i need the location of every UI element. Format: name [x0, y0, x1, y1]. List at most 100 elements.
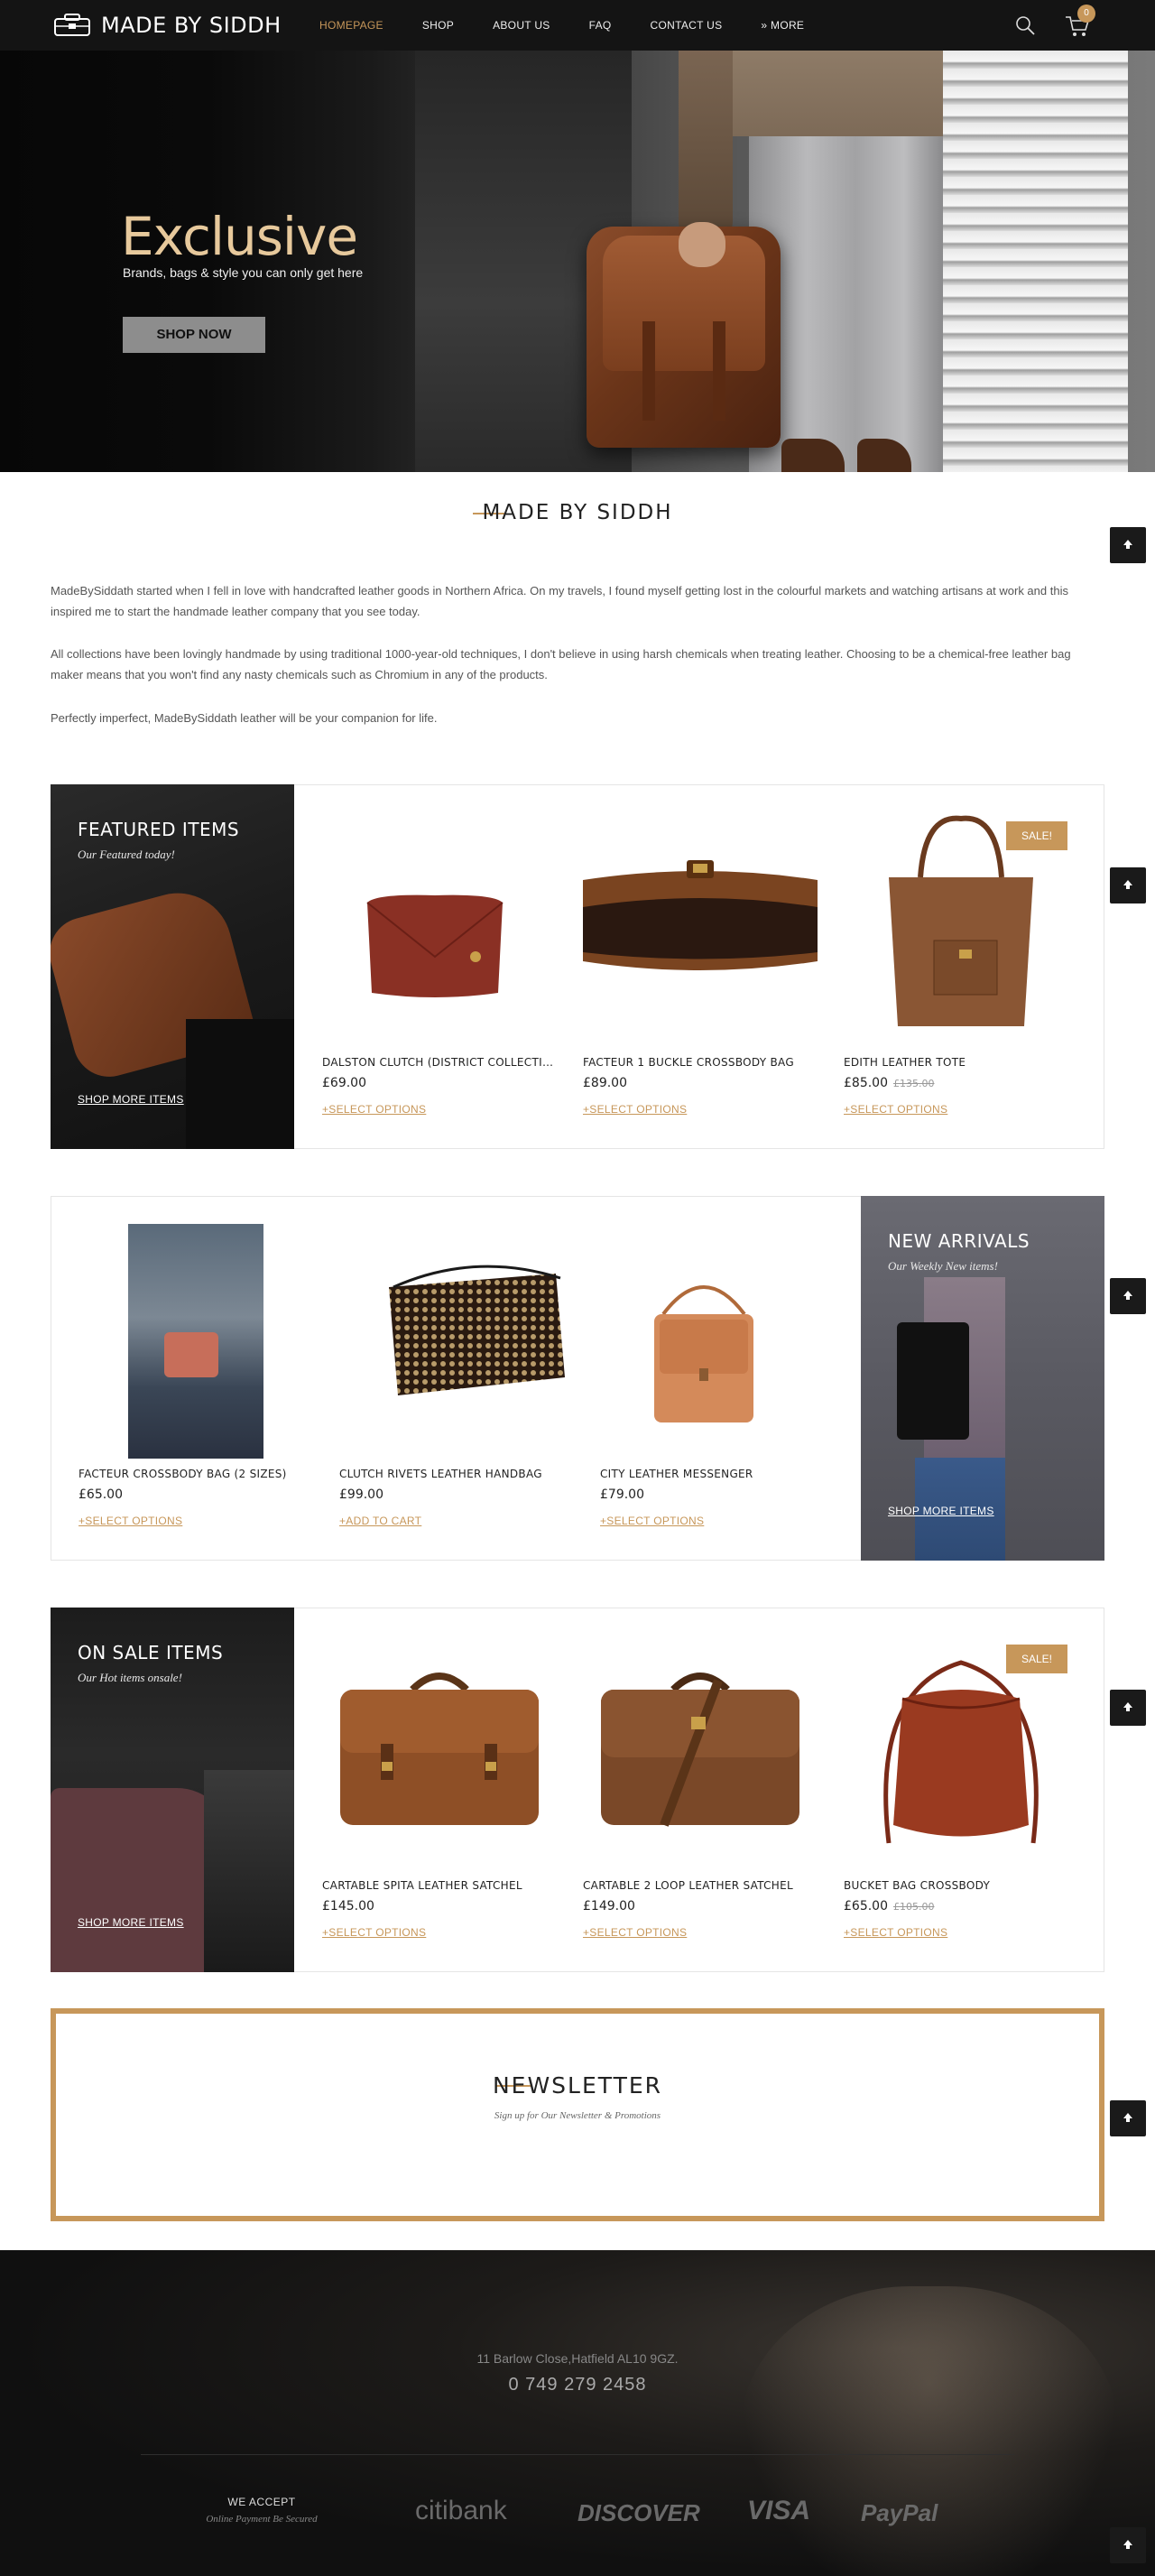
- product-card[interactable]: FACTEUR CROSSBODY BAG (2 SIZES) £65.00 +…: [79, 1197, 322, 1561]
- logo-bag-icon: [54, 14, 90, 36]
- arrow-up-icon: [1123, 540, 1132, 549]
- search-icon[interactable]: [1014, 14, 1036, 36]
- footer-divider: [141, 2454, 1014, 2455]
- price-current: £149.00: [583, 1899, 635, 1913]
- product-image[interactable]: [853, 1645, 1069, 1852]
- select-options-link[interactable]: +SELECT OPTIONS: [583, 1103, 687, 1116]
- product-card[interactable]: SALE! EDITH LEATHER TOTE £85.00 £135.00 +…: [844, 785, 1087, 1150]
- hero-title: Exclusive: [121, 206, 358, 267]
- about-title: MADE BY SIDDH: [482, 501, 673, 524]
- arrow-up-icon: [1123, 880, 1132, 889]
- new-arrivals-subtitle: Our Weekly New items!: [888, 1259, 998, 1273]
- nav-item-homepage[interactable]: HOMEPAGE: [319, 19, 383, 32]
- product-price: £69.00: [322, 1076, 366, 1090]
- newsletter-subtitle: Sign up for Our Newsletter & Promotions: [494, 2110, 661, 2121]
- footer-address: 11 Barlow Close,Hatfield AL10 9GZ.: [476, 2351, 679, 2366]
- select-options-link[interactable]: +SELECT OPTIONS: [583, 1926, 687, 1939]
- product-card[interactable]: CARTABLE SPITA LEATHER SATCHEL £145.00 +…: [322, 1608, 566, 1973]
- hero-image-bag-strap: [713, 321, 725, 421]
- sale-badge: SALE!: [1006, 821, 1067, 850]
- on-sale-items-section: ON SALE ITEMS Our Hot items onsale! SHOP…: [51, 1608, 1104, 1972]
- arrow-up-icon: [1123, 2540, 1132, 2549]
- featured-items-section: FEATURED ITEMS Our Featured today! SHOP …: [51, 784, 1104, 1149]
- sale-badge: SALE!: [1006, 1645, 1067, 1673]
- price-current: £99.00: [339, 1487, 383, 1502]
- product-image[interactable]: [331, 1663, 548, 1834]
- product-card[interactable]: DALSTON CLUTCH (DISTRICT COLLECTION) LEA…: [322, 785, 566, 1150]
- back-to-top-button[interactable]: [1110, 527, 1146, 563]
- product-card[interactable]: SALE! BUCKET BAG CROSSBODY £65.00 £105.00…: [844, 1608, 1087, 1973]
- on-sale-banner-image-jeans: [204, 1770, 294, 1972]
- product-image[interactable]: [128, 1224, 263, 1459]
- select-options-link[interactable]: +SELECT OPTIONS: [844, 1103, 947, 1116]
- select-options-link[interactable]: +SELECT OPTIONS: [79, 1515, 182, 1527]
- product-image[interactable]: [375, 1260, 574, 1413]
- product-image[interactable]: [358, 885, 512, 1011]
- new-arrivals-title: NEW ARRIVALS: [888, 1230, 1030, 1252]
- featured-banner-image-shadow: [186, 1019, 294, 1149]
- hero-subtitle: Brands, bags & style you can only get he…: [123, 265, 364, 280]
- product-card[interactable]: CLUTCH RIVETS LEATHER HANDBAG £99.00 +AD…: [339, 1197, 583, 1561]
- product-price: £149.00: [583, 1899, 635, 1913]
- shop-more-items-link[interactable]: SHOP MORE ITEMS: [888, 1505, 994, 1517]
- back-to-top-button[interactable]: [1110, 2527, 1146, 2563]
- new-arrivals-section: FACTEUR CROSSBODY BAG (2 SIZES) £65.00 +…: [51, 1196, 1104, 1561]
- site-header: MADE BY SIDDH HOMEPAGE SHOP ABOUT US FAQ…: [0, 0, 1155, 51]
- price-current: £65.00: [79, 1487, 123, 1502]
- hero-image-shutter: [943, 51, 1128, 472]
- hero-banner: Exclusive Brands, bags & style you can o…: [0, 51, 1155, 472]
- back-to-top-button[interactable]: [1110, 1278, 1146, 1314]
- product-name[interactable]: FACTEUR 1 BUCKLE CROSSBODY BAG: [583, 1056, 818, 1069]
- online-payment-label: Online Payment Be Secured: [206, 2514, 318, 2525]
- product-price: £79.00: [600, 1487, 644, 1502]
- add-to-cart-link[interactable]: +ADD TO CART: [339, 1515, 421, 1527]
- back-to-top-button[interactable]: [1110, 2100, 1146, 2136]
- product-image[interactable]: [592, 1663, 808, 1834]
- product-card[interactable]: CITY LEATHER MESSENGER £79.00 +SELECT OP…: [600, 1197, 844, 1561]
- product-name[interactable]: BUCKET BAG CROSSBODY: [844, 1879, 1078, 1892]
- hero-image-bag-strap: [642, 321, 655, 421]
- nav-item-more[interactable]: » MORE: [761, 19, 804, 32]
- price-current: £145.00: [322, 1899, 374, 1913]
- select-options-link[interactable]: +SELECT OPTIONS: [844, 1926, 947, 1939]
- product-name[interactable]: CLUTCH RIVETS LEATHER HANDBAG: [339, 1468, 574, 1480]
- product-image[interactable]: [627, 1278, 781, 1432]
- hero-image-jacket: [704, 51, 984, 136]
- arrow-up-icon: [1123, 2113, 1132, 2122]
- product-name[interactable]: EDITH LEATHER TOTE: [844, 1056, 1078, 1069]
- footer-phone[interactable]: 0 749 279 2458: [0, 2375, 1155, 2395]
- nav-item-faq[interactable]: FAQ: [589, 19, 612, 32]
- product-name[interactable]: CITY LEATHER MESSENGER: [600, 1468, 835, 1480]
- product-image[interactable]: [583, 853, 818, 988]
- paypal-logo: PayPal: [861, 2499, 938, 2526]
- back-to-top-button[interactable]: [1110, 867, 1146, 903]
- select-options-link[interactable]: +SELECT OPTIONS: [600, 1515, 704, 1527]
- product-name[interactable]: DALSTON CLUTCH (DISTRICT COLLECTION) LEA…: [322, 1056, 557, 1069]
- on-sale-title: ON SALE ITEMS: [78, 1642, 224, 1663]
- nav-item-contact-us[interactable]: CONTACT US: [651, 19, 723, 32]
- shop-more-items-link[interactable]: SHOP MORE ITEMS: [78, 1916, 184, 1929]
- select-options-link[interactable]: +SELECT OPTIONS: [322, 1103, 426, 1116]
- product-name[interactable]: CARTABLE 2 LOOP LEATHER SATCHEL: [583, 1879, 818, 1892]
- new-arrivals-banner-image-bag: [897, 1322, 969, 1440]
- product-name[interactable]: CARTABLE SPITA LEATHER SATCHEL: [322, 1879, 557, 1892]
- shop-now-button[interactable]: SHOP NOW: [123, 317, 265, 353]
- product-card[interactable]: FACTEUR 1 BUCKLE CROSSBODY BAG £89.00 +S…: [583, 785, 827, 1150]
- discover-logo: DISCOVER: [578, 2499, 700, 2526]
- we-accept-label: WE ACCEPT: [227, 2496, 296, 2508]
- product-card[interactable]: CARTABLE 2 LOOP LEATHER SATCHEL £149.00 …: [583, 1608, 827, 1973]
- select-options-link[interactable]: +SELECT OPTIONS: [322, 1926, 426, 1939]
- product-price: £85.00 £135.00: [844, 1076, 935, 1090]
- shop-more-items-link[interactable]: SHOP MORE ITEMS: [78, 1093, 184, 1106]
- hero-image-hand: [679, 222, 725, 267]
- logo-text: MADE BY SIDDH: [101, 13, 282, 38]
- nav-item-about-us[interactable]: ABOUT US: [493, 19, 550, 32]
- product-name[interactable]: FACTEUR CROSSBODY BAG (2 SIZES): [79, 1468, 313, 1480]
- footer-background-image: [740, 2286, 1119, 2576]
- logo[interactable]: MADE BY SIDDH: [52, 13, 282, 38]
- hero-image-arm: [679, 51, 733, 240]
- on-sale-banner: ON SALE ITEMS Our Hot items onsale! SHOP…: [51, 1608, 294, 1972]
- nav-item-shop[interactable]: SHOP: [422, 19, 454, 32]
- citibank-logo: citibank: [415, 2496, 507, 2525]
- back-to-top-button[interactable]: [1110, 1690, 1146, 1726]
